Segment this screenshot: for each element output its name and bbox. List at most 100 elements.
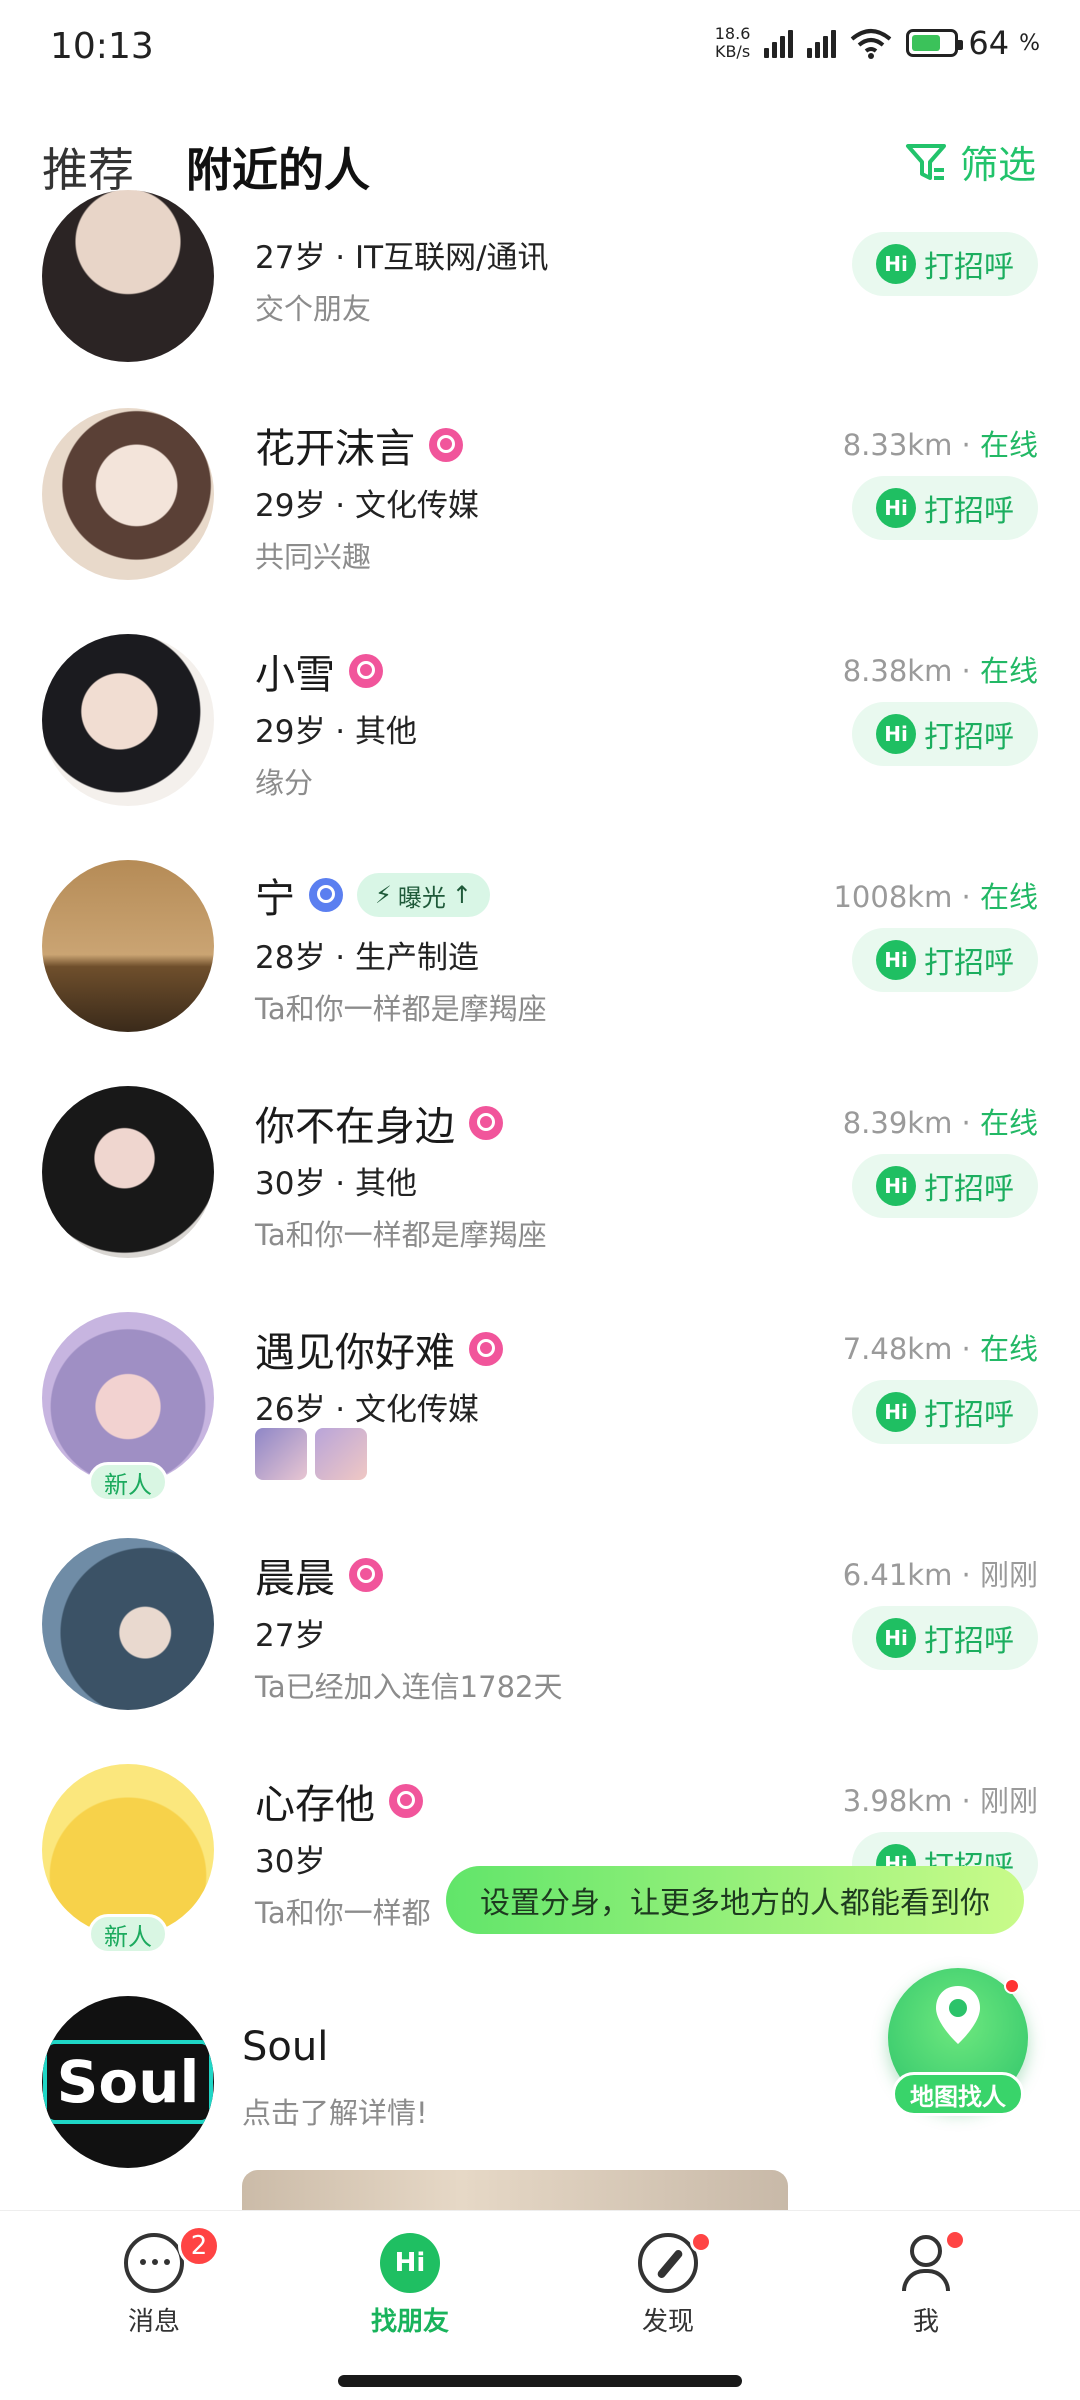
avatar [42,190,214,362]
user-info: 26岁 · 文化传媒 [255,1392,480,1428]
list-item[interactable]: 27岁 · IT互联网/通讯 交个朋友 Hi 打招呼 [0,190,1080,416]
nav-me[interactable]: 我 [856,2229,996,2338]
hi-icon: Hi [876,940,916,980]
user-tag: Ta和你一样都是摩羯座 [255,992,547,1026]
distance: 1008km · 在线 [833,880,1038,914]
hi-icon: Hi [876,714,916,754]
wifi-icon [851,29,892,59]
user-name: 心存他 [255,1772,423,1830]
avatar [42,1312,214,1484]
greet-button[interactable]: Hi打招呼 [852,1606,1038,1670]
list-item[interactable]: 宁 ⚡ 曝光 ↑ 1008km · 在线 28岁 · 生产制造 Ta和你一样都是摩羯… [0,840,1080,1066]
filter-icon [905,143,946,180]
nav-find-friends[interactable]: Hi 找朋友 [340,2233,480,2338]
hi-icon: Hi [380,2233,440,2293]
greet-button[interactable]: Hi打招呼 [852,1154,1038,1218]
female-icon [469,1332,503,1366]
hi-icon: Hi [876,244,916,284]
home-indicator[interactable] [338,2375,742,2387]
distance: 6.41km · 刚刚 [842,1558,1038,1592]
hi-icon: Hi [876,488,916,528]
battery-indicator: 64% [906,24,1040,62]
hi-icon: Hi [876,1166,916,1206]
user-info: 28岁 · 生产制造 [255,940,480,976]
distance: 8.38km · 在线 [842,654,1038,688]
user-tag: 缘分 [255,766,314,800]
ad-title: Soul [242,2024,329,2070]
signal-icon [764,28,794,58]
hi-icon: Hi [876,1618,916,1658]
nav-discover[interactable]: 发现 [598,2231,738,2338]
notification-dot [944,2229,966,2251]
male-icon [309,878,343,912]
avatar [42,1764,214,1936]
status-icons: 18.6 KB/s 64% [715,24,1040,62]
user-info: 30岁 [255,1844,326,1880]
greet-button[interactable]: Hi打招呼 [852,702,1038,766]
female-icon [389,1784,423,1818]
list-item[interactable]: 小雪 8.38km · 在线 29岁 · 其他 缘分 Hi 打招呼 [0,614,1080,840]
notification-dot [690,2231,712,2253]
user-tag: 交个朋友 [255,292,372,326]
user-info: 27岁 · IT互联网/通讯 [255,240,549,276]
distance: 8.39km · 在线 [842,1106,1038,1140]
user-info: 29岁 · 文化传媒 [255,488,480,524]
ad-subtitle: 点击了解详情! [242,2096,428,2130]
photo-thumbnail[interactable] [315,1428,367,1480]
status-bar: 10:13 18.6 KB/s 64 % [0,0,1080,96]
nav-label: 找朋友 [370,2307,449,2337]
greet-button[interactable]: Hi打招呼 [852,928,1038,992]
avatar [42,408,214,580]
user-name: 遇见你好难 [255,1320,503,1378]
app-screen: 10:13 18.6 KB/s 64 % 推荐 附近的人 筛选 27岁 · IT… [0,0,1080,2400]
battery-icon [906,29,964,57]
user-info: 29岁 · 其他 [255,714,418,750]
nav-label: 发现 [641,2307,694,2337]
chat-icon [124,2233,184,2293]
list-item[interactable]: 你不在身边 8.39km · 在线 30岁 · 其他 Ta和你一样都是摩羯座 H… [0,1066,1080,1292]
filter-button[interactable]: 筛选 [904,134,1036,189]
user-name: 你不在身边 [255,1094,503,1152]
female-icon [349,654,383,688]
list-item[interactable]: 新人 心存他 3.98km · 刚刚 30岁 Ta和你一样都 Hi打招呼 [0,1744,1080,1970]
photo-thumbnail[interactable] [255,1428,307,1480]
clone-tooltip[interactable]: 设置分身，让更多地方的人都能看到你 [446,1866,1024,1934]
new-user-badge: 新人 [88,1914,168,1954]
notification-dot [1004,1978,1020,1994]
user-info: 30岁 · 其他 [255,1166,418,1202]
avatar [42,860,214,1032]
greet-button[interactable]: Hi打招呼 [852,476,1038,540]
greet-button[interactable]: Hi打招呼 [852,232,1038,296]
network-speed: 18.6 KB/s [714,24,751,61]
map-find-button[interactable]: 地图找人 [888,1968,1028,2118]
avatar [42,634,214,806]
compass-icon [638,2233,698,2293]
distance: 3.98km · 刚刚 [842,1784,1038,1818]
user-tag: Ta和你一样都 [255,1896,431,1930]
female-icon [429,428,463,462]
nav-label: 消息 [127,2307,180,2337]
user-tag: Ta已经加入连信1782天 [255,1670,563,1704]
user-info: 27岁 [255,1618,326,1654]
map-button-label: 地图找人 [892,2072,1024,2116]
nav-label: 我 [912,2307,939,2337]
user-tag: 共同兴趣 [255,540,372,574]
nav-messages[interactable]: 2 消息 [84,2225,224,2338]
avatar [42,1538,214,1710]
user-name: 小雪 [255,642,383,700]
hi-icon: Hi [876,1392,916,1432]
list-item[interactable]: 晨晨 6.41km · 刚刚 27岁 Ta已经加入连信1782天 Hi 打招呼 [0,1518,1080,1744]
distance: 7.48km · 在线 [842,1332,1038,1366]
female-icon [469,1106,503,1140]
list-item[interactable]: 花开沫言 8.33km · 在线 29岁 · 文化传媒 共同兴趣 Hi 打招呼 [0,388,1080,614]
user-name: 花开沫言 [255,416,463,474]
new-user-badge: 新人 [88,1462,168,1502]
list-item[interactable]: 新人 遇见你好难 7.48km · 在线 26岁 · 文化传媒 Hi 打招呼 [0,1292,1080,1518]
user-tag: Ta和你一样都是摩羯座 [255,1218,547,1252]
greet-button[interactable]: Hi打招呼 [852,1380,1038,1444]
female-icon [349,1558,383,1592]
clock: 10:13 [50,26,154,67]
signal-icon-2 [807,28,837,58]
user-name: 宁 ⚡ 曝光 ↑ [255,866,490,924]
exposure-badge: ⚡ 曝光 ↑ [357,873,490,917]
